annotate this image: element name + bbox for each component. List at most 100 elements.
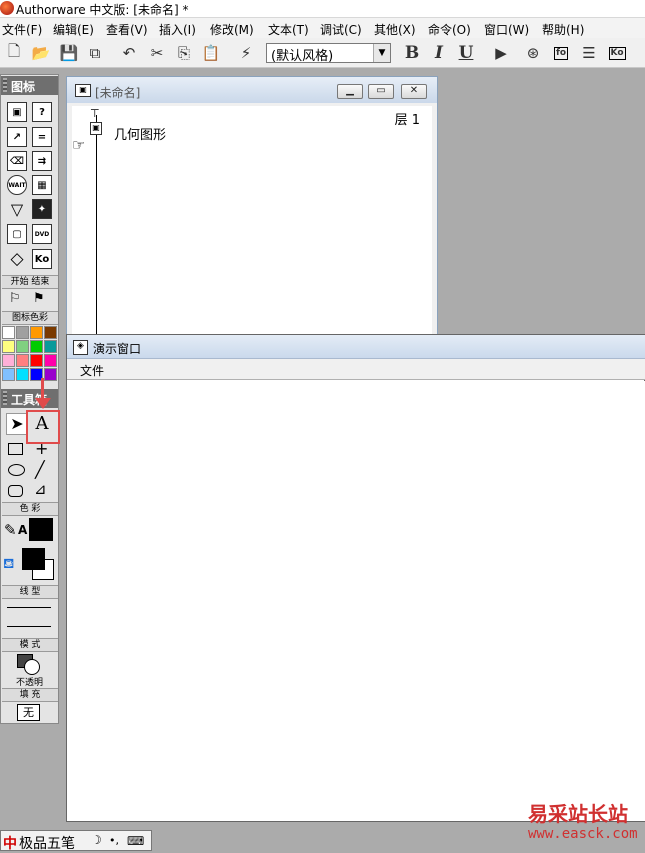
import-icon[interactable]: ⧉ [84, 42, 106, 64]
display-icon[interactable]: ▣ [90, 122, 102, 135]
icon-color-swatch[interactable] [30, 340, 43, 353]
bold-button[interactable]: B [401, 42, 423, 64]
paint-bucket-icon: ⛾ [3, 556, 15, 572]
menu-view[interactable]: 查看(V) [106, 21, 148, 38]
cut-icon[interactable]: ✂ [146, 42, 168, 64]
navigate-icon[interactable]: ⇉ [32, 151, 52, 171]
line-style-icon[interactable] [7, 626, 51, 627]
chevron-down-icon[interactable]: ▼ [373, 44, 390, 62]
variables-icon[interactable]: ☰ [578, 42, 600, 64]
mode-circle-icon[interactable] [24, 659, 40, 675]
icon-color-swatch[interactable] [44, 354, 57, 367]
icon-color-swatch[interactable] [16, 368, 29, 381]
open-file-icon[interactable]: 📂 [30, 42, 52, 64]
menu-other[interactable]: 其他(X) [374, 21, 416, 38]
functions-button[interactable]: fo [550, 42, 572, 64]
decision-icon[interactable]: ▽ [7, 199, 27, 219]
text-style-select[interactable]: (默认风格) ▼ [266, 43, 391, 64]
knowledge-object-icon[interactable]: Ko [32, 249, 52, 269]
keyboard-icon[interactable]: ⌨ [127, 834, 144, 848]
stroke-color-swatch[interactable] [29, 518, 53, 541]
menu-modify[interactable]: 修改(M) [210, 21, 254, 38]
icon-color-swatch[interactable] [44, 340, 57, 353]
watermark-url: www.easck.com [528, 826, 638, 842]
diagonal-line-tool-icon[interactable]: ╱ [35, 460, 45, 479]
menu-bar: 文件(F) 编辑(E) 查看(V) 插入(I) 修改(M) 文本(T) 调试(C… [0, 18, 645, 38]
digital-movie-icon[interactable]: ✦ [32, 199, 52, 219]
fill-value[interactable]: 无 [17, 704, 40, 721]
new-file-icon[interactable]: 🗋 [3, 42, 25, 64]
minimize-button[interactable]: ▁ [337, 84, 363, 99]
menu-window[interactable]: 窗口(W) [484, 21, 529, 38]
pointer-tool-icon[interactable]: ➤ [6, 413, 28, 435]
grip-icon[interactable] [3, 391, 7, 405]
moon-icon[interactable]: ☽ [91, 833, 102, 847]
flowchart-canvas[interactable]: ⊤ ▣ 几何图形 层 1 ☞ [72, 106, 432, 335]
rectangle-tool-icon[interactable] [8, 443, 23, 455]
icon-color-swatch[interactable] [16, 354, 29, 367]
ellipse-tool-icon[interactable] [8, 464, 25, 476]
flowchart-window-icon: ▣ [75, 84, 91, 97]
watermark-title: 易采站长站 [528, 802, 628, 826]
menu-debug[interactable]: 调试(C) [320, 21, 362, 38]
find-icon[interactable]: ⚡ [235, 42, 257, 64]
presentation-menu-file[interactable]: 文件 [80, 362, 104, 379]
dvd-icon[interactable]: DVD [32, 224, 52, 244]
ime-name[interactable]: 极品五笔 [19, 833, 75, 853]
menu-text[interactable]: 文本(T) [268, 21, 309, 38]
menu-help[interactable]: 帮助(H) [542, 21, 584, 38]
display-icon-label[interactable]: 几何图形 [114, 124, 166, 143]
pencil-icon: ✎ [4, 521, 17, 539]
maximize-button[interactable]: ▭ [368, 84, 394, 99]
ime-logo[interactable]: 中 [3, 833, 17, 853]
map-icon[interactable]: ◇ [7, 249, 27, 269]
icon-color-swatch[interactable] [2, 368, 15, 381]
end-flag-icon[interactable]: ⚑ [33, 291, 45, 306]
menu-file[interactable]: 文件(F) [2, 21, 42, 38]
paste-icon[interactable]: 📋 [200, 42, 222, 64]
motion-icon[interactable]: ↗ [7, 127, 27, 147]
icon-color-swatch[interactable] [2, 326, 15, 339]
flowline [96, 115, 97, 335]
presentation-stage[interactable] [67, 381, 645, 821]
save-all-icon[interactable]: 💾 [58, 42, 80, 64]
icon-color-swatch[interactable] [2, 354, 15, 367]
underline-button[interactable]: U [455, 42, 477, 64]
interaction-icon[interactable]: ▢ [7, 224, 27, 244]
grip-icon[interactable] [3, 78, 7, 92]
icon-color-swatch[interactable] [16, 340, 29, 353]
polygon-tool-icon[interactable]: ⊿ [34, 480, 47, 498]
copy-icon[interactable]: ⎘ [173, 42, 195, 64]
control-panel-icon[interactable]: ⊛ [522, 42, 544, 64]
foreground-color-swatch[interactable] [22, 548, 45, 570]
presentation-titlebar[interactable]: ◈ 演示窗口 [67, 335, 645, 359]
menu-insert[interactable]: 插入(I) [159, 21, 196, 38]
punctuation-icon[interactable]: •, [109, 834, 119, 847]
wait-icon[interactable]: WAIT [7, 175, 27, 195]
icon-color-swatch[interactable] [2, 340, 15, 353]
presentation-window: ◈ 演示窗口 文件 [66, 334, 645, 822]
framework-icon[interactable]: ▦ [32, 175, 52, 195]
undo-icon[interactable]: ↶ [118, 42, 140, 64]
icon-color-swatch[interactable] [44, 326, 57, 339]
italic-button[interactable]: I [428, 42, 450, 64]
menu-command[interactable]: 命令(O) [428, 21, 471, 38]
knowledge-objects-button[interactable]: Ko [606, 42, 628, 64]
presentation-menubar: 文件 [67, 359, 645, 380]
display-icon[interactable]: ▣ [7, 102, 27, 122]
start-flag-icon[interactable]: ⚐ [9, 291, 21, 306]
run-icon[interactable]: ▶ [490, 42, 512, 64]
window-title: Authorware 中文版: [未命名] * [16, 3, 189, 17]
rounded-rectangle-tool-icon[interactable] [8, 485, 23, 497]
menu-edit[interactable]: 编辑(E) [53, 21, 94, 38]
thin-line-icon[interactable] [7, 607, 51, 608]
icon-color-swatch[interactable] [16, 326, 29, 339]
close-button[interactable]: ✕ [401, 84, 427, 99]
decision-icon-q[interactable]: ? [32, 102, 52, 122]
icon-color-swatch[interactable] [30, 354, 43, 367]
erase-icon[interactable]: ⌫ [7, 151, 27, 171]
icon-color-swatch[interactable] [30, 326, 43, 339]
calculation-icon[interactable]: = [32, 127, 52, 147]
flowchart-titlebar[interactable]: ▣ [未命名] ▁ ▭ ✕ [67, 77, 437, 103]
icon-color-swatch[interactable] [44, 368, 57, 381]
